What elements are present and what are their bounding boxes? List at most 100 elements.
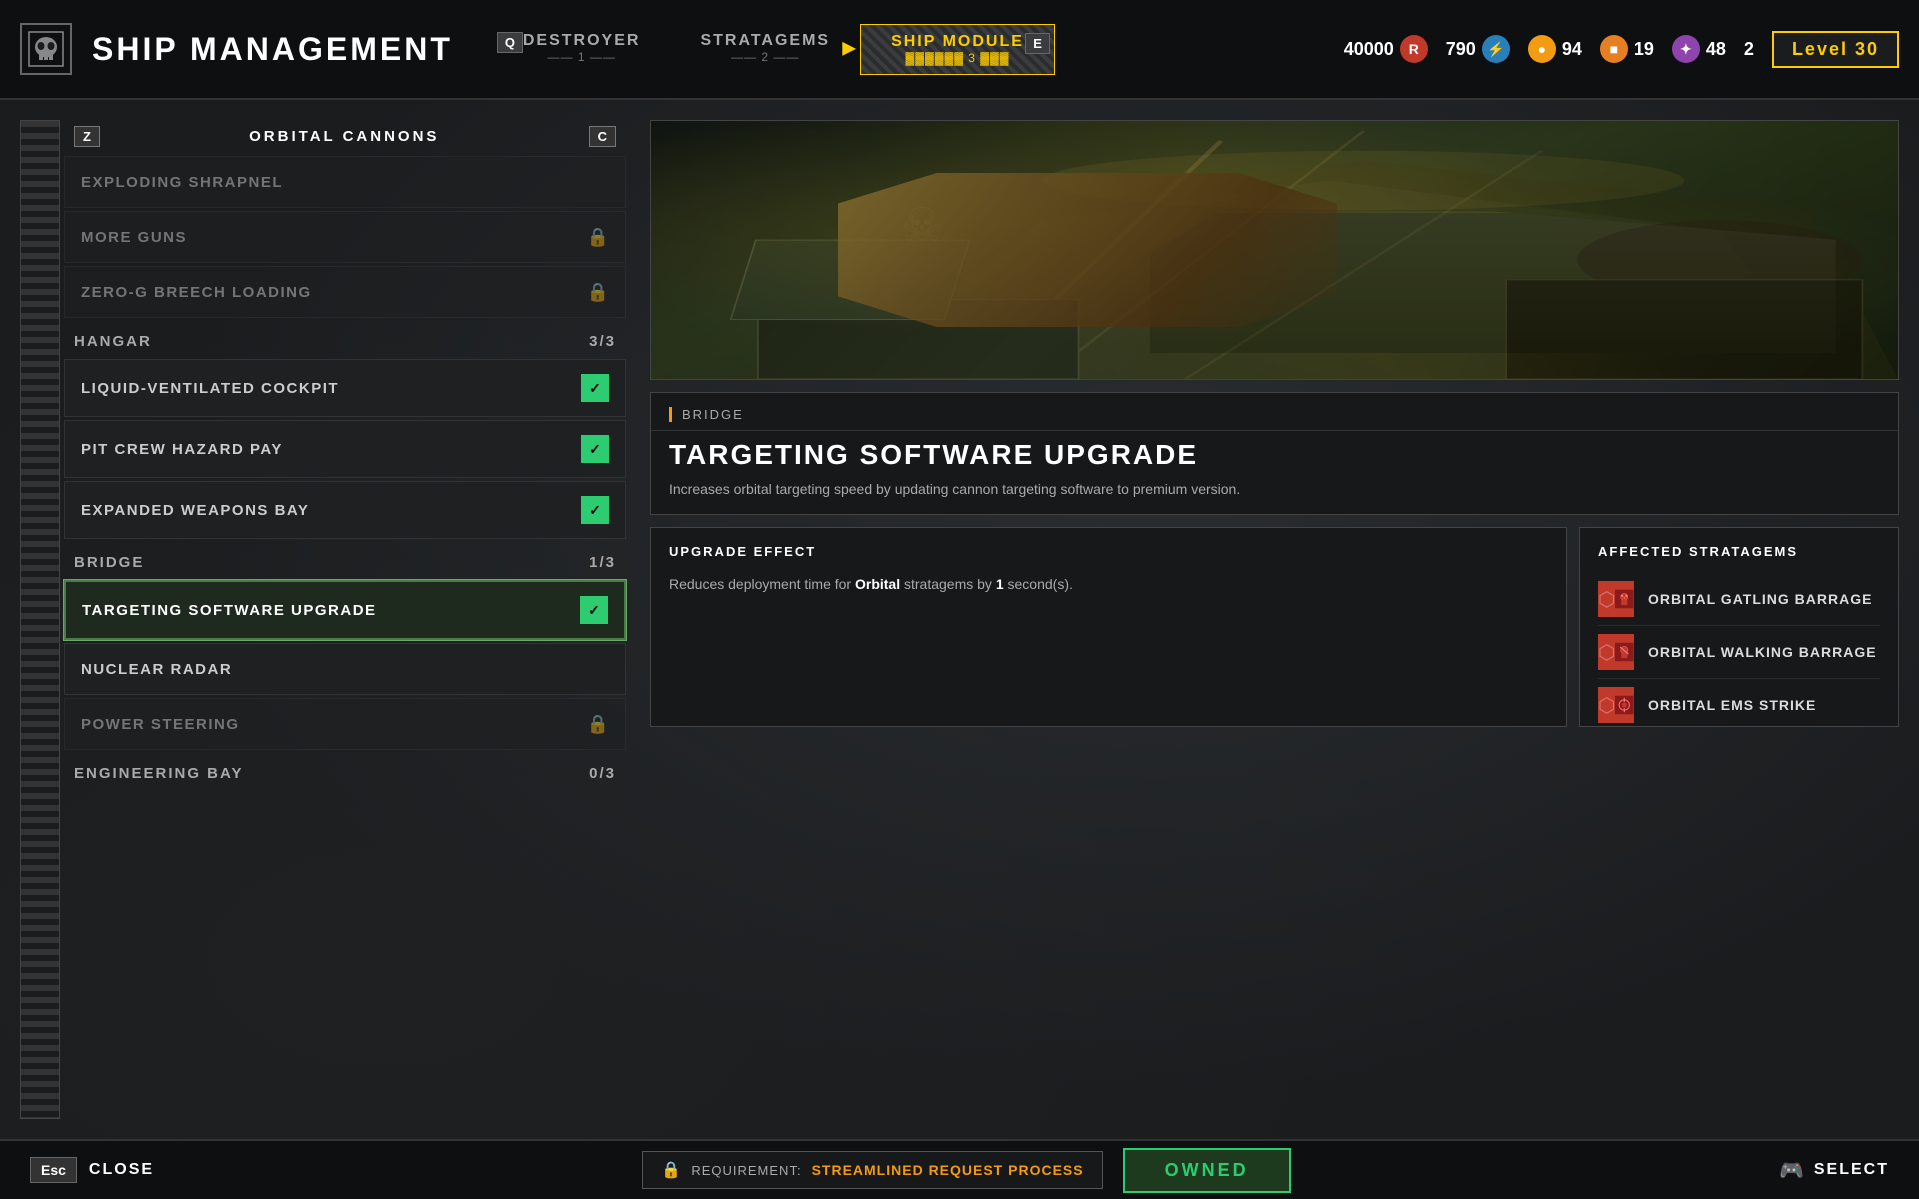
- tab-stratagems-label: STRATAGEMS: [700, 32, 830, 50]
- yellow-icon: ●: [1528, 35, 1556, 63]
- tab-stratagems[interactable]: STRATAGEMS —— 2 —— ▶: [670, 24, 860, 75]
- list-panel: Z ORBITAL CANNONS C EXPLODING SHRAPNEL M…: [60, 120, 630, 1119]
- app-title: SHIP MANAGEMENT: [92, 31, 453, 68]
- bridge-count: 1/3: [589, 554, 616, 571]
- req-icon: R: [1400, 35, 1428, 63]
- hangar-title: HANGAR: [74, 333, 152, 350]
- effect-text-after: stratagems by: [904, 576, 996, 592]
- preview-image: ☠: [650, 120, 1899, 380]
- check-icon-liquid-cockpit: ✓: [581, 374, 609, 402]
- hangar-count: 3/3: [589, 333, 616, 350]
- stratagem-label-ems: ORBITAL EMS STRIKE: [1648, 697, 1816, 713]
- bolt-icon: ⚡: [1482, 35, 1510, 63]
- tab-ship-module-num: ▓▓▓▓▓▓ 3 ▓▓▓: [905, 51, 1009, 65]
- tab-ship-module[interactable]: SHIP MODULE ▓▓▓▓▓▓ 3 ▓▓▓ E: [860, 24, 1055, 75]
- orange-amount: 19: [1634, 39, 1654, 60]
- resource-orange: ■ 19: [1600, 35, 1654, 63]
- lock-icon-more-guns: 🔒: [587, 227, 609, 248]
- resource-small: 2: [1744, 39, 1754, 60]
- yellow-amount: 94: [1562, 39, 1582, 60]
- item-title: TARGETING SOFTWARE UPGRADE: [651, 431, 1898, 475]
- category-label: BRIDGE: [669, 407, 744, 422]
- req-text: REQUIREMENT:: [691, 1163, 801, 1178]
- item-label-power-steering: POWER STEERING: [81, 716, 240, 733]
- tab-destroyer-label: DESTROYER: [523, 32, 641, 50]
- stratagem-item-gatling: ORBITAL GATLING BARRAGE: [1598, 573, 1880, 626]
- side-stripe: [20, 120, 60, 1119]
- list-item-pit-crew[interactable]: PIT CREW HAZARD PAY ✓: [64, 420, 626, 478]
- affected-title: AFFECTED STRATAGEMS: [1598, 544, 1880, 559]
- list-item-targeting-sw[interactable]: TARGETING SOFTWARE UPGRADE ✓: [64, 580, 626, 640]
- q-key: Q: [497, 32, 523, 53]
- stratagem-icon-walking: [1598, 634, 1634, 670]
- right-panel: ☠: [650, 120, 1899, 1119]
- level-badge: Level 30: [1772, 31, 1899, 68]
- check-icon-expanded-weapons: ✓: [581, 496, 609, 524]
- info-header: BRIDGE: [651, 393, 1898, 431]
- footer-actions: 🔒 REQUIREMENT: STREAMLINED REQUEST PROCE…: [642, 1148, 1290, 1193]
- effect-text-before: Reduces deployment time for: [669, 576, 855, 592]
- main-content: Z ORBITAL CANNONS C EXPLODING SHRAPNEL M…: [0, 100, 1919, 1139]
- bottom-bar: Esc CLOSE 🔒 REQUIREMENT: STREAMLINED REQ…: [0, 1139, 1919, 1199]
- requirement-bar: 🔒 REQUIREMENT: STREAMLINED REQUEST PROCE…: [642, 1151, 1102, 1189]
- skull-watermark: ☠: [900, 198, 943, 254]
- section-header-engineering: ENGINEERING BAY 0/3: [60, 753, 630, 788]
- item-label-liquid-cockpit: LIQUID-VENTILATED COCKPIT: [81, 380, 339, 397]
- engineering-count: 0/3: [589, 765, 616, 782]
- bolts-amount: 790: [1446, 39, 1476, 60]
- effect-text-number: 1: [996, 576, 1004, 592]
- list-item-liquid-cockpit[interactable]: LIQUID-VENTILATED COCKPIT ✓: [64, 359, 626, 417]
- select-controller-icon: 🎮: [1779, 1158, 1804, 1183]
- stratagem-icon-ems: [1598, 687, 1634, 723]
- stratagem-item-ems: ORBITAL EMS STRIKE: [1598, 679, 1880, 727]
- item-label-more-guns: MORE GUNS: [81, 229, 187, 246]
- section-header-hangar: HANGAR 3/3: [60, 321, 630, 356]
- z-key[interactable]: Z: [74, 126, 100, 147]
- affected-stratagems-box: AFFECTED STRATAGEMS: [1579, 527, 1899, 727]
- close-label: CLOSE: [89, 1161, 154, 1179]
- bridge-title: BRIDGE: [74, 554, 144, 571]
- item-label-pit-crew: PIT CREW HAZARD PAY: [81, 441, 283, 458]
- check-icon-pit-crew: ✓: [581, 435, 609, 463]
- item-label-targeting-sw: TARGETING SOFTWARE UPGRADE: [82, 602, 377, 619]
- list-item-power-steering[interactable]: POWER STEERING 🔒: [64, 698, 626, 750]
- purple-icon: ✦: [1672, 35, 1700, 63]
- page: SHIP MANAGEMENT Q DESTROYER —— 1 —— STRA…: [0, 0, 1919, 1199]
- resource-purple: ✦ 48: [1672, 35, 1726, 63]
- resource-yellow: ● 94: [1528, 35, 1582, 63]
- esc-key[interactable]: Esc: [30, 1157, 77, 1183]
- tabs: Q DESTROYER —— 1 —— STRATAGEMS —— 2 —— ▶…: [493, 24, 1324, 75]
- tab-destroyer[interactable]: Q DESTROYER —— 1 ——: [493, 24, 671, 75]
- effect-text-units: second(s).: [1008, 576, 1073, 592]
- resource-bolts: 790 ⚡: [1446, 35, 1510, 63]
- lock-icon-zero-g: 🔒: [587, 282, 609, 303]
- engineering-title: ENGINEERING BAY: [74, 765, 243, 782]
- list-item-expanded-weapons[interactable]: EXPANDED WEAPONS BAY ✓: [64, 481, 626, 539]
- list-item-more-guns[interactable]: MORE GUNS 🔒: [64, 211, 626, 263]
- owned-button[interactable]: OWNED: [1123, 1148, 1291, 1193]
- tab-ship-module-label: SHIP MODULE: [891, 33, 1024, 51]
- list-item-zero-g[interactable]: ZERO-G BREECH LOADING 🔒: [64, 266, 626, 318]
- stratagem-label-walking: ORBITAL WALKING BARRAGE: [1648, 644, 1877, 660]
- item-description: Increases orbital targeting speed by upd…: [651, 475, 1898, 514]
- skull-icon: [20, 23, 72, 75]
- upgrade-effect-box: UPGRADE EFFECT Reduces deployment time f…: [650, 527, 1567, 727]
- list-item-exploding-shrapnel[interactable]: EXPLODING SHRAPNEL: [64, 156, 626, 208]
- req-link[interactable]: STREAMLINED REQUEST PROCESS: [812, 1162, 1084, 1178]
- lock-icon-power-steering: 🔒: [587, 714, 609, 735]
- small-amount: 2: [1744, 39, 1754, 60]
- resources-bar: 40000 R 790 ⚡ ● 94 ■ 19 ✦ 48 2 Level: [1344, 31, 1899, 68]
- details-row: UPGRADE EFFECT Reduces deployment time f…: [650, 527, 1899, 727]
- item-label-expanded-weapons: EXPANDED WEAPONS BAY: [81, 502, 309, 519]
- purple-amount: 48: [1706, 39, 1726, 60]
- e-key: E: [1025, 33, 1050, 54]
- left-panel: Z ORBITAL CANNONS C EXPLODING SHRAPNEL M…: [20, 120, 630, 1119]
- bottom-left: Esc CLOSE: [30, 1157, 154, 1183]
- stratagem-label-gatling: ORBITAL GATLING BARRAGE: [1648, 591, 1872, 607]
- c-key[interactable]: C: [589, 126, 616, 147]
- resource-req: 40000 R: [1344, 35, 1428, 63]
- list-item-nuclear-radar[interactable]: NUCLEAR RADAR: [64, 643, 626, 695]
- tab-stratagems-num: —— 2 ——: [731, 50, 799, 64]
- select-label: SELECT: [1814, 1161, 1889, 1179]
- effect-text: Reduces deployment time for Orbital stra…: [669, 573, 1548, 597]
